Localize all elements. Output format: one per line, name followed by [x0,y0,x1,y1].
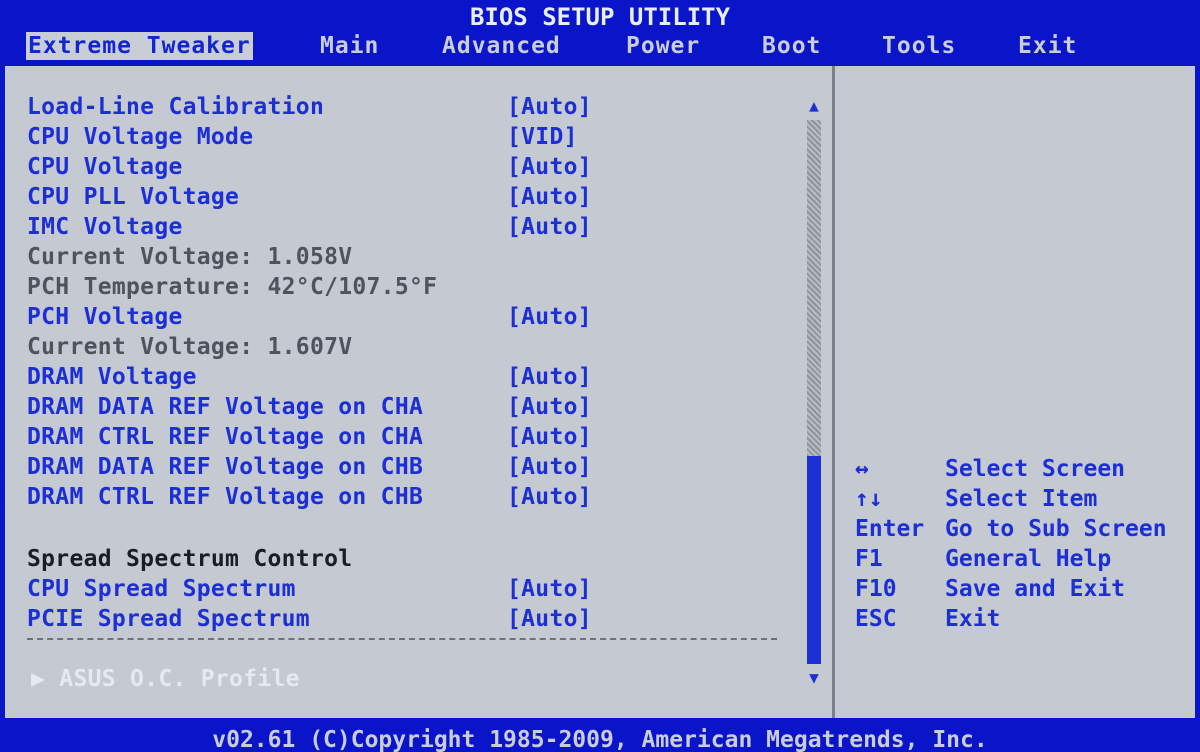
section-label: Spread Spectrum Control [27,546,353,572]
setting-load-line-calibration[interactable]: Load-Line Calibration [Auto] [27,92,592,122]
readout-label: Current Voltage: 1.607V [27,334,353,360]
help-desc: Exit [945,606,1001,632]
help-row: ↑↓ Select Item [855,484,1097,514]
readout-label: PCH Temperature: 42°C/107.5°F [27,274,438,300]
tab-boot[interactable]: Boot [762,32,821,60]
setting-label: DRAM CTRL REF Voltage on CHA [27,424,424,450]
setting-pcie-spread-spectrum[interactable]: PCIE Spread Spectrum [Auto] [27,604,592,634]
help-key: F1 [855,546,883,572]
setting-value: [Auto] [507,184,592,210]
setting-value: [Auto] [507,394,592,420]
scroll-down-arrow-icon[interactable]: ▼ [806,668,822,688]
scrollbar[interactable]: ▲ ▼ [806,96,822,688]
setting-label: DRAM CTRL REF Voltage on CHB [27,484,424,510]
help-desc: Save and Exit [945,576,1126,602]
setting-dram-ctrl-ref-chb[interactable]: DRAM CTRL REF Voltage on CHB [Auto] [27,482,592,512]
section-heading-spread-spectrum: Spread Spectrum Control [27,544,352,574]
tab-tools[interactable]: Tools [882,32,956,60]
setting-label: CPU Spread Spectrum [27,576,296,602]
setting-label: CPU Voltage Mode [27,124,254,150]
help-desc: Select Screen [945,456,1126,482]
setting-label: DRAM DATA REF Voltage on CHB [27,454,424,480]
scroll-up-arrow-icon[interactable]: ▲ [806,96,822,116]
setting-label: DRAM DATA REF Voltage on CHA [27,394,424,420]
dashed-separator [27,638,777,642]
readout-pch-current-voltage: Current Voltage: 1.607V [27,332,352,362]
help-key: Enter [855,516,925,542]
scroll-track[interactable] [807,120,821,456]
setting-label: Load-Line Calibration [27,94,325,120]
setting-value: [Auto] [507,454,592,480]
help-row: F1 General Help [855,544,1111,574]
setting-value: [Auto] [507,364,592,390]
help-desc: Select Item [945,486,1098,512]
setting-value: [Auto] [507,606,592,632]
bios-title: BIOS SETUP UTILITY [0,0,1200,32]
setting-label: CPU PLL Voltage [27,184,240,210]
copyright-footer: v02.61 (C)Copyright 1985-2009, American … [0,724,1200,752]
tab-exit[interactable]: Exit [1018,32,1077,60]
readout-label: Current Voltage: 1.058V [27,244,353,270]
tab-power[interactable]: Power [626,32,700,60]
setting-cpu-voltage[interactable]: CPU Voltage [Auto] [27,152,592,182]
settings-pane: Load-Line Calibration [Auto] CPU Voltage… [5,66,830,718]
setting-cpu-spread-spectrum[interactable]: CPU Spread Spectrum [Auto] [27,574,592,604]
help-key: F10 [855,576,897,602]
help-row: F10 Save and Exit [855,574,1125,604]
setting-label: PCH Voltage [27,304,183,330]
setting-value: [Auto] [507,214,592,240]
tab-extreme-tweaker[interactable]: Extreme Tweaker [26,32,253,60]
bios-screen: BIOS SETUP UTILITY Extreme Tweaker Main … [0,0,1200,752]
setting-value: [Auto] [507,304,592,330]
setting-label: PCIE Spread Spectrum [27,606,310,632]
help-desc: General Help [945,546,1112,572]
main-panel: Load-Line Calibration [Auto] CPU Voltage… [5,66,1195,718]
setting-value: [Auto] [507,484,592,510]
setting-dram-data-ref-cha[interactable]: DRAM DATA REF Voltage on CHA [Auto] [27,392,592,422]
help-key: ESC [855,606,897,632]
tab-advanced[interactable]: Advanced [442,32,561,60]
setting-dram-data-ref-chb[interactable]: DRAM DATA REF Voltage on CHB [Auto] [27,452,592,482]
setting-cpu-pll-voltage[interactable]: CPU PLL Voltage [Auto] [27,182,592,212]
setting-dram-voltage[interactable]: DRAM Voltage [Auto] [27,362,592,392]
setting-imc-voltage[interactable]: IMC Voltage [Auto] [27,212,592,242]
setting-cpu-voltage-mode[interactable]: CPU Voltage Mode [VID] [27,122,577,152]
setting-label: CPU Voltage [27,154,183,180]
help-pane: ↔ Select Screen ↑↓ Select Item Enter Go to … [832,66,1195,718]
submenu-label: ▶ ASUS O.C. Profile [31,666,300,692]
help-row: ↔ Select Screen [855,454,1125,484]
submenu-asus-oc-profile[interactable]: ▶ ASUS O.C. Profile [31,664,300,694]
setting-value: [Auto] [507,94,592,120]
setting-value: [VID] [507,124,578,150]
setting-value: [Auto] [507,576,592,602]
help-row: Enter Go to Sub Screen [855,514,1167,544]
up-down-arrow-icon: ↑↓ [855,486,883,512]
readout-pch-temperature: PCH Temperature: 42°C/107.5°F [27,272,437,302]
setting-label: DRAM Voltage [27,364,197,390]
setting-value: [Auto] [507,154,592,180]
help-row: ESC Exit [855,604,1000,634]
readout-cpu-current-voltage: Current Voltage: 1.058V [27,242,352,272]
scroll-thumb[interactable] [807,456,821,664]
help-desc: Go to Sub Screen [945,516,1167,542]
setting-value: [Auto] [507,424,592,450]
tab-main[interactable]: Main [320,32,379,60]
setting-label: IMC Voltage [27,214,183,240]
left-right-arrow-icon: ↔ [855,456,869,482]
menu-bar: Extreme Tweaker Main Advanced Power Boot… [0,32,1200,66]
setting-dram-ctrl-ref-cha[interactable]: DRAM CTRL REF Voltage on CHA [Auto] [27,422,592,452]
setting-pch-voltage[interactable]: PCH Voltage [Auto] [27,302,592,332]
